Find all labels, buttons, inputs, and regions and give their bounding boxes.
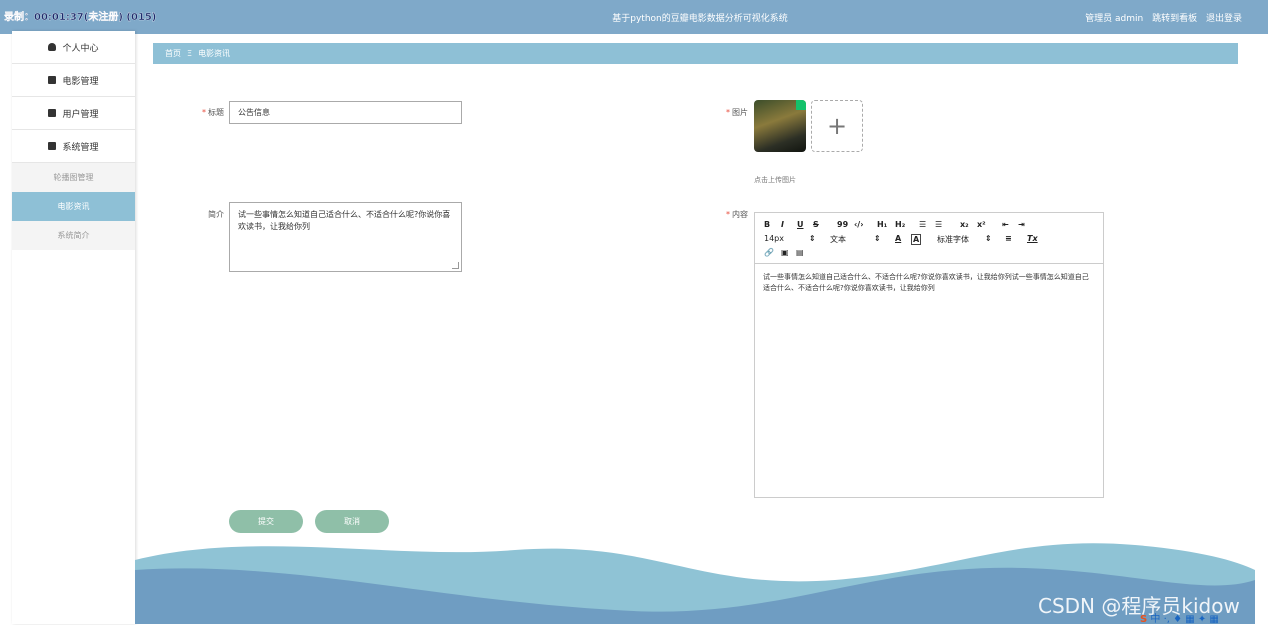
outdent-button[interactable]: ⇤ — [1002, 220, 1009, 229]
h1-button[interactable]: H₁ — [877, 220, 887, 229]
clipboard-icon — [48, 109, 57, 117]
required-mark: * — [726, 210, 730, 219]
logout-link[interactable]: 退出登录 — [1206, 14, 1242, 24]
required-mark: * — [202, 108, 206, 117]
submenu-system-intro[interactable]: 系统简介 — [12, 221, 135, 250]
uploaded-image-thumbnail[interactable] — [754, 100, 806, 152]
summary-text: 试一些事情怎么知道自己适合什么、不适合什么呢?你说你喜欢读书，让我给你列 — [238, 210, 451, 231]
strike-button[interactable]: S — [813, 220, 819, 229]
sidebar-item-label: 系统管理 — [62, 142, 99, 153]
submenu-movie-news[interactable]: 电影资讯 — [12, 192, 135, 221]
breadcrumb-current: 电影资讯 — [198, 49, 231, 58]
summary-label: 简介 — [208, 210, 224, 219]
background-color-button[interactable]: A — [911, 234, 922, 245]
breadcrumb: 首页 Ξ 电影资讯 — [153, 43, 1238, 64]
chevron-updown-icon: ⇕ — [985, 234, 992, 243]
underline-button[interactable]: U — [797, 220, 804, 229]
ordered-list-button[interactable]: ☰ — [919, 220, 926, 229]
summary-textarea[interactable]: 试一些事情怎么知道自己适合什么、不适合什么呢?你说你喜欢读书，让我给你列 — [229, 202, 462, 272]
title-label: * 标题 — [164, 107, 224, 118]
sidebar-item-label: 个人中心 — [62, 43, 99, 54]
cancel-button[interactable]: 取消 — [315, 510, 389, 533]
top-bar: 录制：00:01:37(未注册) (015) 基于python的豆瓣电影数据分析… — [0, 0, 1268, 34]
link-icon[interactable]: 🔗 — [764, 248, 774, 257]
breadcrumb-separator: Ξ — [187, 49, 193, 58]
header-select[interactable]: 文本 — [830, 234, 846, 245]
clipboard-icon — [48, 142, 57, 150]
content-label: * 内容 — [688, 209, 748, 220]
sogou-icon: S — [1140, 614, 1148, 625]
italic-button[interactable]: I — [781, 220, 784, 229]
editor-toolbar: B I U S 99 ‹/› H₁ H₂ ☰ ☰ x₂ x² ⇤ ⇥ 14px … — [755, 213, 1103, 264]
submenu-carousel[interactable]: 轮播图管理 — [12, 163, 135, 192]
title-input[interactable]: 公告信息 — [229, 101, 462, 124]
sidebar-item-label: 电影管理 — [62, 76, 99, 87]
font-size-select[interactable]: 14px — [764, 234, 784, 243]
resize-handle[interactable] — [452, 262, 459, 269]
upload-tip: 点击上传图片 — [754, 176, 796, 184]
monitor-icon — [48, 76, 57, 84]
breadcrumb-home[interactable]: 首页 — [165, 48, 181, 59]
image-icon[interactable]: ▣ — [781, 248, 789, 257]
system-submenu: 轮播图管理 电影资讯 系统简介 — [12, 163, 135, 250]
subscript-button[interactable]: x₂ — [960, 220, 969, 229]
sidebar-item-users[interactable]: 用户管理 — [12, 97, 135, 130]
align-button[interactable]: ≡ — [1005, 234, 1012, 243]
rich-text-editor: B I U S 99 ‹/› H₁ H₂ ☰ ☰ x₂ x² ⇤ ⇥ 14px … — [754, 212, 1104, 498]
sidebar-item-system[interactable]: 系统管理 — [12, 130, 135, 163]
chevron-updown-icon: ⇕ — [809, 234, 816, 243]
h2-button[interactable]: H₂ — [895, 220, 905, 229]
top-links: 管理员 admin 跳转到看板 退出登录 — [1079, 11, 1242, 24]
code-button[interactable]: ‹/› — [854, 220, 864, 229]
submit-button[interactable]: 提交 — [229, 510, 303, 533]
image-status-tag — [796, 100, 806, 110]
upload-image-button[interactable]: + — [811, 100, 863, 152]
superscript-button[interactable]: x² — [977, 220, 986, 229]
bullet-list-button[interactable]: ☰ — [935, 220, 942, 229]
image-label-text: 图片 — [732, 108, 748, 117]
bold-button[interactable]: B — [764, 220, 770, 229]
ime-chinese-icon: 中 ·, ♦ ▦ ✦ ▦ — [1150, 614, 1219, 625]
app-title: 基于python的豆瓣电影数据分析可视化系统 — [612, 14, 788, 24]
editor-content[interactable]: 试一些事情怎么知道自己适合什么、不适合什么呢?你说你喜欢读书，让我给你列试一些事… — [755, 264, 1103, 302]
clean-format-button[interactable]: Tx — [1027, 234, 1038, 243]
sidebar-item-movies[interactable]: 电影管理 — [12, 64, 135, 97]
required-mark: * — [726, 108, 730, 117]
image-label: * 图片 — [688, 107, 748, 118]
ime-tray: S 中 ·, ♦ ▦ ✦ ▦ — [1140, 610, 1219, 625]
sidebar: 个人中心 电影管理 用户管理 系统管理 轮播图管理 电影资讯 系统简介 — [12, 31, 135, 624]
chevron-updown-icon: ⇕ — [874, 234, 881, 243]
font-color-button[interactable]: A — [895, 234, 901, 243]
video-icon[interactable]: ▤ — [796, 248, 804, 257]
font-family-select[interactable]: 标准字体 — [937, 234, 969, 245]
quote-button[interactable]: 99 — [837, 220, 848, 229]
indent-button[interactable]: ⇥ — [1018, 220, 1025, 229]
admin-user-link[interactable]: 管理员 admin — [1085, 14, 1143, 24]
content-label-text: 内容 — [732, 210, 748, 219]
plus-icon: + — [826, 112, 848, 140]
title-label-text: 标题 — [208, 108, 224, 117]
sidebar-item-label: 用户管理 — [62, 109, 99, 120]
sidebar-item-profile[interactable]: 个人中心 — [12, 31, 135, 64]
user-icon — [48, 43, 57, 51]
goto-dashboard-link[interactable]: 跳转到看板 — [1152, 14, 1197, 24]
